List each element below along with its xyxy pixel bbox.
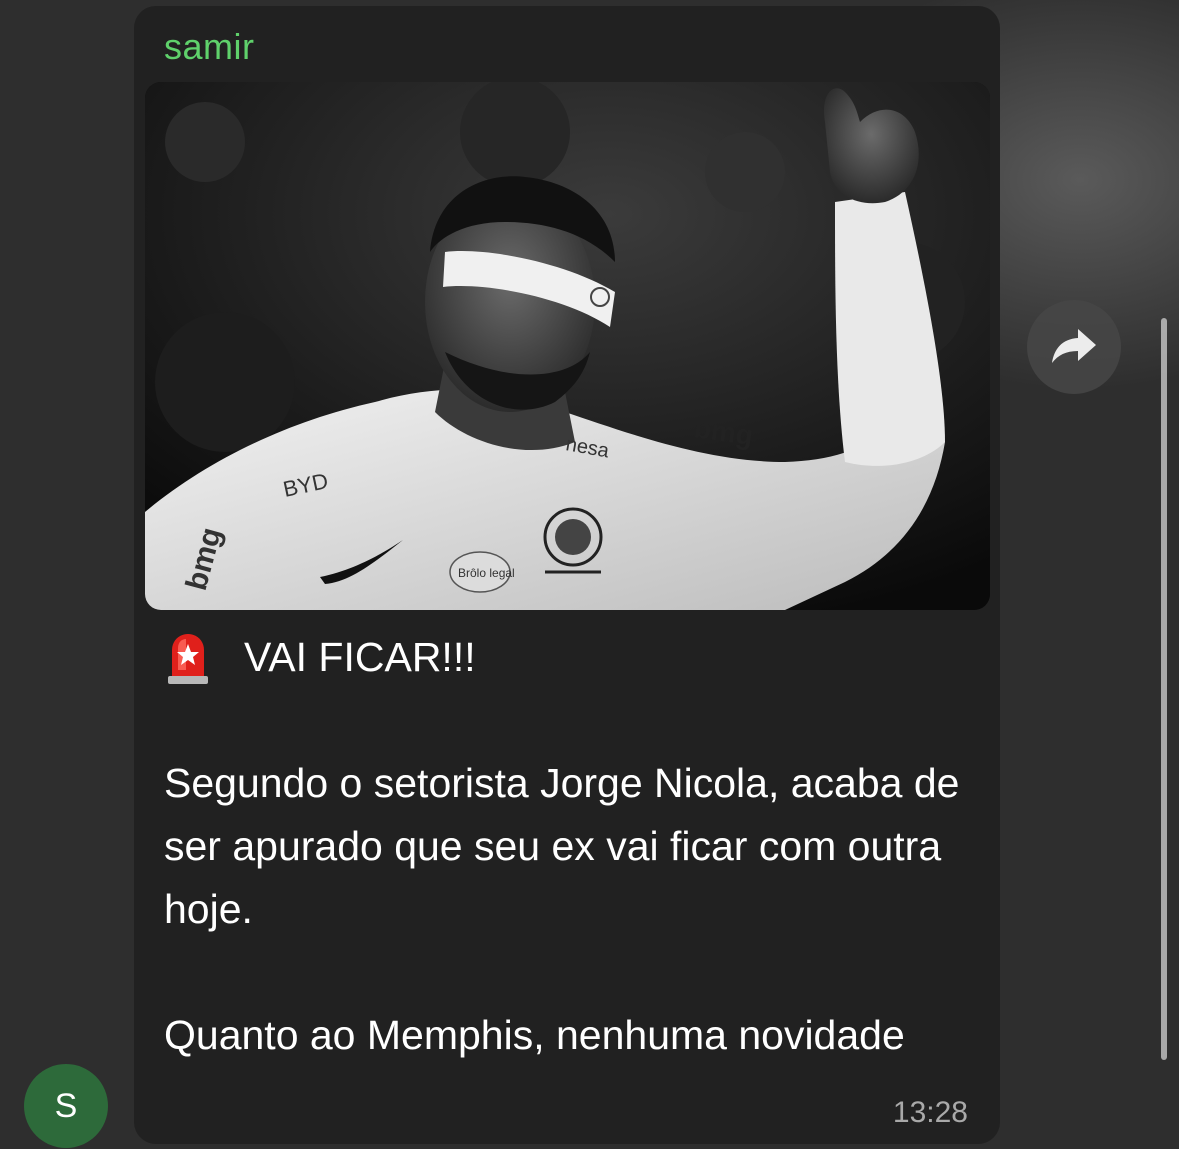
sender-name[interactable]: samir [164, 26, 255, 68]
football-player-thumbs-up-photo: bmg nesa BYD bmg Brôlo legal [145, 82, 990, 610]
message-body[interactable]: VAI FICAR!!! Segundo o setorista Jorge N… [164, 626, 984, 1067]
forward-arrow-icon [1050, 325, 1098, 370]
headline-text: VAI FICAR!!! [244, 634, 476, 680]
avatar[interactable]: S [24, 1064, 108, 1148]
message-paragraph-1: Segundo o setorista Jorge Nicola, acaba … [164, 760, 960, 932]
message-paragraph-2: Quanto ao Memphis, nenhuma novidade [164, 1012, 905, 1058]
message-photo[interactable]: bmg nesa BYD bmg Brôlo legal [145, 82, 990, 610]
message-timestamp: 13:28 [892, 1096, 968, 1129]
jersey-badge: Brôlo legal [458, 566, 515, 580]
forward-button[interactable] [1027, 300, 1121, 394]
police-siren-icon [164, 630, 212, 686]
scrollbar[interactable] [1161, 318, 1167, 1060]
message-headline: VAI FICAR!!! [164, 626, 984, 689]
avatar-initial: S [54, 1086, 78, 1125]
message-bubble[interactable]: samir bmg nesa BYD bmg Brôlo legal VAI F… [134, 6, 1000, 1144]
